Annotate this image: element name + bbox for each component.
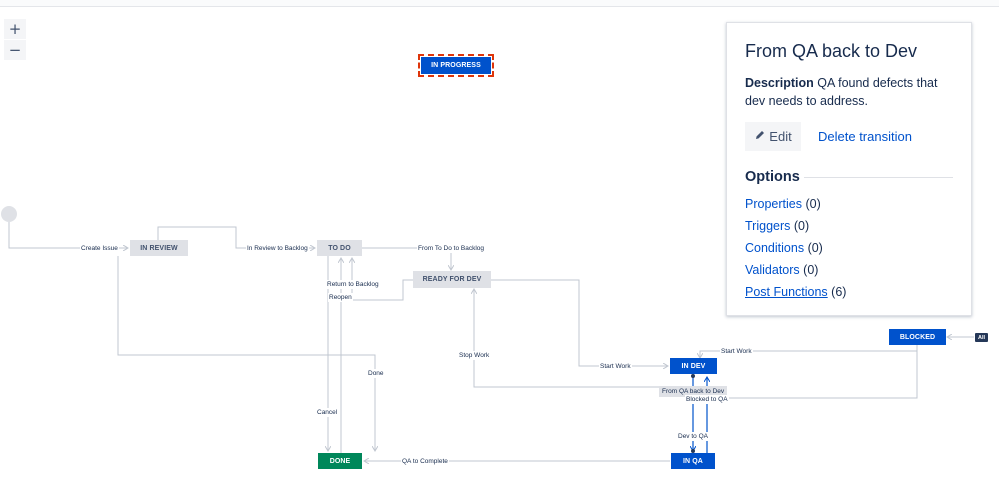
option-post-functions: Post Functions (6) [745, 281, 953, 303]
transition-label-start-work-dev[interactable]: Start Work [599, 362, 632, 371]
option-conditions: Conditions (0) [745, 237, 953, 259]
start-circle-icon [1, 206, 17, 222]
transition-label-start-work-blocked[interactable]: Start Work [720, 347, 753, 356]
option-conditions-count: (0) [807, 241, 823, 255]
transition-label-qa-to-complete[interactable]: QA to Complete [401, 457, 449, 466]
status-in-progress[interactable]: IN PROGRESS [418, 54, 494, 77]
all-badge[interactable]: All [975, 333, 988, 342]
panel-description: Description QA found defects that dev ne… [745, 74, 953, 110]
transition-label-cancel[interactable]: Cancel [316, 408, 339, 417]
transition-label-dev-to-qa[interactable]: Dev to QA [677, 432, 709, 441]
status-in-dev[interactable]: IN DEV [670, 358, 717, 374]
status-blocked[interactable]: BLOCKED [889, 329, 946, 345]
pencil-icon [754, 129, 766, 144]
option-validators-link[interactable]: Validators [745, 263, 800, 277]
option-post-functions-count: (6) [831, 285, 847, 299]
option-validators: Validators (0) [745, 259, 953, 281]
edit-button[interactable]: Edit [745, 122, 801, 151]
options-list: Properties (0) Triggers (0) Conditions (… [745, 193, 953, 303]
option-triggers-count: (0) [793, 219, 810, 233]
option-triggers: Triggers (0) [745, 215, 953, 237]
options-heading: Options [745, 169, 953, 185]
option-post-functions-link[interactable]: Post Functions [745, 285, 828, 299]
panel-title: From QA back to Dev [745, 41, 918, 61]
transition-label-reopen[interactable]: Reopen [328, 293, 353, 302]
description-label: Description [745, 76, 814, 90]
option-properties: Properties (0) [745, 193, 953, 215]
delete-transition-link[interactable]: Delete transition [818, 129, 912, 144]
transition-details-panel: From QA back to Dev Description QA found… [726, 22, 972, 316]
transition-label-blocked-to-qa[interactable]: Blocked to QA [685, 395, 729, 404]
line-endpoint-dot [691, 374, 695, 378]
transition-label-from-todo-to-backlog[interactable]: From To Do to Backlog [417, 244, 485, 253]
option-properties-link[interactable]: Properties [745, 197, 802, 211]
status-ready-for-dev[interactable]: READY FOR DEV [413, 271, 491, 288]
transition-label-create-issue[interactable]: Create Issue [80, 244, 119, 253]
panel-actions: Edit Delete transition [745, 122, 953, 151]
status-in-review[interactable]: IN REVIEW [130, 240, 188, 256]
line-start-work-dev [491, 279, 668, 366]
options-heading-label: Options [745, 169, 800, 185]
transition-label-return-to-backlog[interactable]: Return to Backlog [326, 280, 380, 289]
transition-label-stop-work[interactable]: Stop Work [458, 351, 491, 360]
option-triggers-link[interactable]: Triggers [745, 219, 790, 233]
option-conditions-link[interactable]: Conditions [745, 241, 804, 255]
transition-label-in-review-to-backlog[interactable]: In Review to Backlog [246, 244, 309, 253]
line-return-to-backlog [352, 258, 413, 301]
transition-label-done[interactable]: Done [367, 369, 385, 378]
option-properties-count: (0) [805, 197, 821, 211]
status-done[interactable]: DONE [318, 453, 362, 469]
edit-button-label: Edit [769, 129, 792, 144]
status-to-do[interactable]: TO DO [317, 240, 362, 256]
line-stop-work [474, 289, 670, 388]
status-in-qa[interactable]: IN QA [671, 453, 715, 469]
option-validators-count: (0) [803, 263, 819, 277]
